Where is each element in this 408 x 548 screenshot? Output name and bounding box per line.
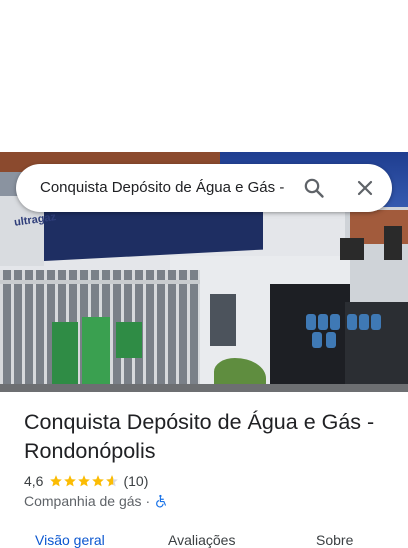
- place-category[interactable]: Companhia de gás: [24, 493, 142, 509]
- star-icon: [78, 475, 91, 487]
- photo-gas-cylinder: [318, 314, 328, 330]
- photo-window: [210, 294, 236, 346]
- photo-gas-cylinder: [312, 332, 322, 348]
- photo-sign-board: [82, 317, 110, 389]
- photo-gas-cylinder: [347, 314, 357, 330]
- blank-area: [0, 0, 408, 152]
- star-icon: [92, 475, 105, 487]
- photo-garage: [270, 284, 350, 392]
- search-bar[interactable]: Conquista Depósito de Água e Gás -: [16, 164, 392, 212]
- category-row: Companhia de gás ·: [24, 493, 168, 509]
- rating-row[interactable]: 4,6 (10): [24, 472, 148, 490]
- star-icon: [64, 475, 77, 487]
- photo-sign-board: [52, 322, 78, 384]
- tab-about[interactable]: Sobre: [316, 532, 353, 548]
- star-icon: [50, 475, 63, 487]
- search-input[interactable]: Conquista Depósito de Água e Gás -: [40, 179, 290, 196]
- photo-window: [384, 226, 402, 260]
- tab-reviews[interactable]: Avaliações: [168, 532, 235, 548]
- photo-window: [340, 238, 364, 260]
- place-title: Conquista Depósito de Água e Gás - Rondo…: [24, 410, 375, 463]
- photo-gas-cylinder: [359, 314, 369, 330]
- photo-gas-cylinder: [371, 314, 381, 330]
- search-icon[interactable]: [302, 176, 326, 200]
- rating-stars: [49, 474, 119, 488]
- rating-value: 4,6: [24, 473, 44, 489]
- photo-fence-rail: [0, 280, 200, 284]
- reviews-count[interactable]: (10): [123, 473, 148, 489]
- separator: ·: [145, 493, 151, 509]
- star-half-icon: [106, 475, 119, 487]
- photo-gas-cylinder: [306, 314, 316, 330]
- close-icon[interactable]: [353, 176, 377, 200]
- photo-gas-cylinder: [330, 314, 340, 330]
- wheelchair-icon: [156, 494, 167, 508]
- photo-sign-board: [116, 322, 142, 358]
- photo-storage: [345, 302, 408, 392]
- place-tabs: Visão geral Avaliações Sobre: [0, 530, 408, 548]
- photo-gas-cylinder: [326, 332, 336, 348]
- tab-overview[interactable]: Visão geral: [35, 532, 105, 548]
- photo-ground: [0, 384, 408, 392]
